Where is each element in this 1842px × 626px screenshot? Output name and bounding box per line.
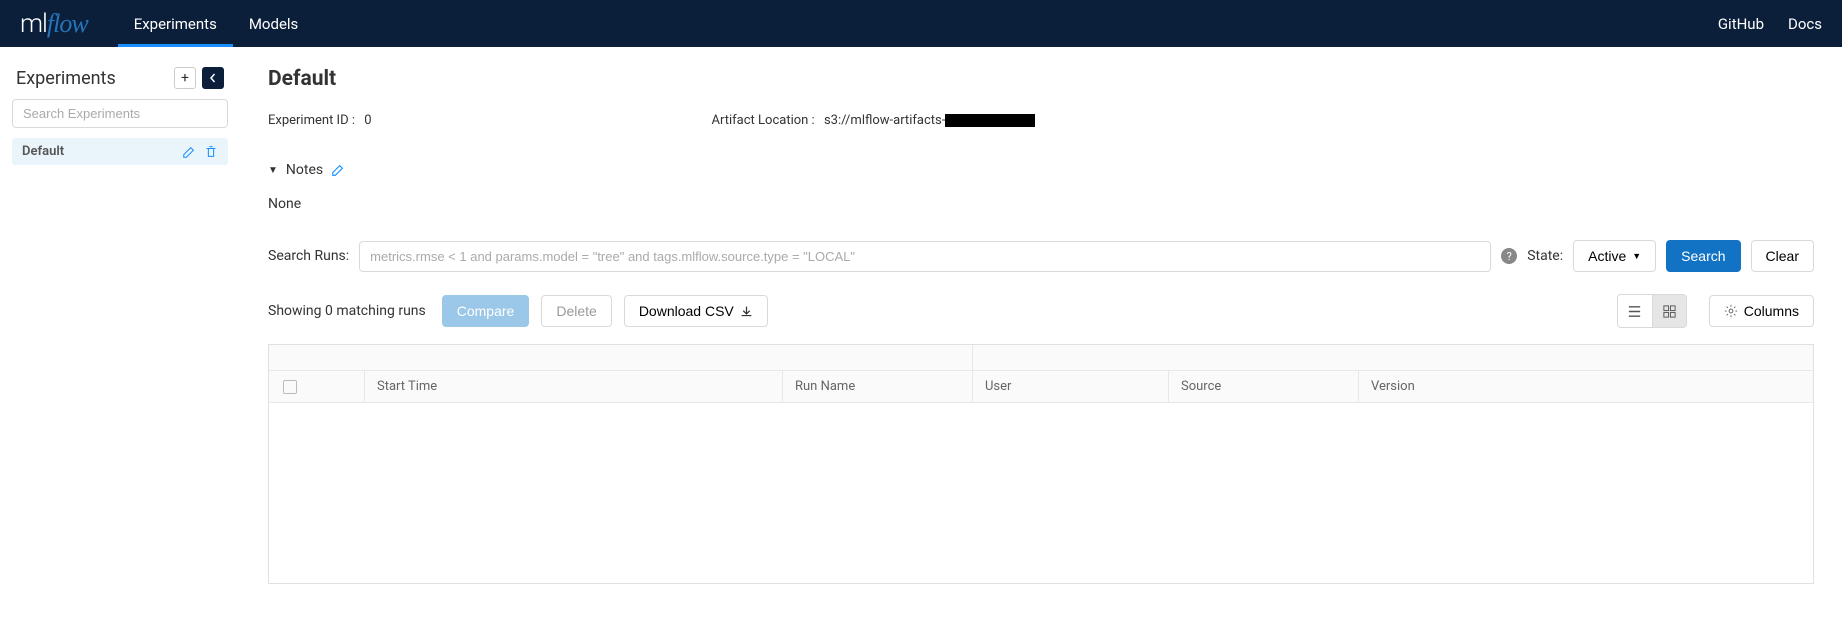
download-csv-button[interactable]: Download CSV: [624, 295, 768, 327]
columns-label: Columns: [1744, 303, 1799, 319]
column-start-time[interactable]: Start Time: [365, 371, 783, 402]
redacted-block: [945, 114, 1035, 127]
chevron-left-icon: [208, 73, 218, 83]
grid-view-button[interactable]: [1652, 295, 1686, 327]
logo-text-flow: flow: [47, 9, 88, 39]
column-user[interactable]: User: [973, 371, 1169, 402]
collapse-sidebar-button[interactable]: [202, 67, 224, 89]
search-button[interactable]: Search: [1666, 240, 1740, 272]
app-header: mlflow Experiments Models GitHub Docs: [0, 0, 1842, 47]
clear-button[interactable]: Clear: [1751, 240, 1814, 272]
view-toggle: [1617, 294, 1687, 328]
notes-content: None: [268, 196, 1814, 212]
state-label: State:: [1527, 248, 1563, 264]
page-title: Default: [268, 67, 1814, 91]
logo: mlflow: [20, 9, 88, 39]
sidebar: Experiments + Default: [0, 47, 240, 604]
edit-icon[interactable]: [182, 145, 196, 159]
logo-text-ml: ml: [20, 9, 47, 39]
caret-down-icon: ▼: [1632, 251, 1641, 261]
sidebar-item-label: Default: [22, 144, 64, 159]
search-runs-label: Search Runs:: [268, 248, 349, 264]
help-icon[interactable]: ?: [1501, 248, 1517, 264]
column-run-name[interactable]: Run Name: [783, 371, 973, 402]
edit-notes-icon[interactable]: [331, 163, 345, 177]
experiment-meta: Experiment ID : 0 Artifact Location : s3…: [268, 113, 1814, 128]
column-source[interactable]: Source: [1169, 371, 1359, 402]
gear-icon: [1724, 304, 1738, 318]
nav-tab-experiments[interactable]: Experiments: [118, 0, 233, 47]
state-value: Active: [1588, 248, 1626, 264]
add-experiment-button[interactable]: +: [174, 67, 196, 89]
notes-toggle[interactable]: ▼ Notes: [268, 162, 1814, 178]
experiment-id-value: 0: [364, 113, 371, 128]
search-runs-input[interactable]: [359, 241, 1491, 272]
link-github[interactable]: GitHub: [1718, 15, 1764, 33]
list-view-button[interactable]: [1618, 295, 1652, 327]
download-label: Download CSV: [639, 303, 734, 319]
sidebar-item-default[interactable]: Default: [12, 138, 228, 165]
artifact-location-value: s3://mlflow-artifacts-: [824, 113, 945, 128]
table-body: [269, 403, 1813, 583]
delete-button[interactable]: Delete: [541, 295, 611, 327]
results-count: Showing 0 matching runs: [268, 303, 426, 319]
list-icon: [1627, 304, 1642, 319]
header-right: GitHub Docs: [1718, 15, 1822, 33]
compare-button[interactable]: Compare: [442, 295, 530, 327]
search-experiments-input[interactable]: [12, 99, 228, 128]
experiment-id-label: Experiment ID :: [268, 113, 355, 128]
nav-tab-models[interactable]: Models: [233, 0, 314, 47]
plus-icon: +: [181, 70, 189, 86]
grid-icon: [1662, 304, 1677, 319]
column-version[interactable]: Version: [1359, 371, 1813, 402]
caret-down-icon: ▼: [268, 165, 278, 176]
select-all-checkbox[interactable]: [283, 380, 297, 394]
main-content: Default Experiment ID : 0 Artifact Locat…: [240, 47, 1842, 604]
state-dropdown[interactable]: Active ▼: [1573, 240, 1656, 272]
download-icon: [740, 305, 753, 318]
notes-label: Notes: [286, 162, 323, 178]
nav-tabs: Experiments Models: [118, 0, 315, 47]
artifact-location-label: Artifact Location :: [712, 113, 815, 128]
sidebar-title: Experiments: [16, 68, 116, 89]
link-docs[interactable]: Docs: [1788, 15, 1822, 33]
delete-icon[interactable]: [204, 145, 218, 159]
columns-button[interactable]: Columns: [1709, 295, 1814, 327]
runs-table: Start Time Run Name User Source Version: [268, 344, 1814, 584]
